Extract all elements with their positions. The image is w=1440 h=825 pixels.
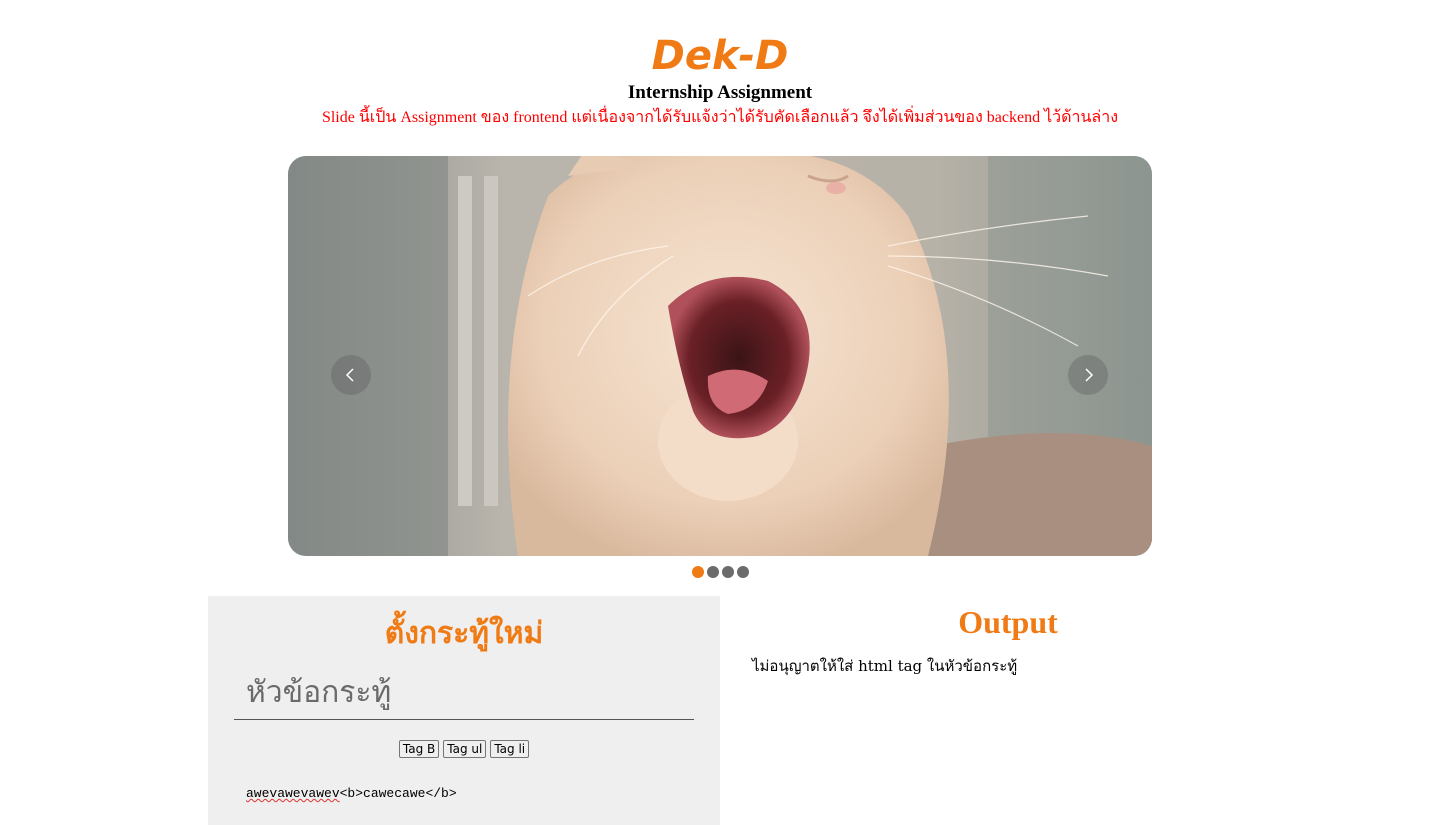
slider-dot-2[interactable] bbox=[707, 566, 719, 578]
new-topic-title: ตั้งกระทู้ใหม่ bbox=[384, 616, 544, 651]
output-warning-message: ไม่อนุญาตให้ใส่ html tag ในหัวข้อกระทู้ bbox=[752, 657, 1018, 675]
slider-dot-1[interactable] bbox=[692, 566, 704, 578]
topic-title-input[interactable] bbox=[234, 666, 694, 720]
editor-rest-text: <b>cawecawe</b> bbox=[339, 786, 457, 801]
tag-li-button[interactable]: Tag li bbox=[490, 740, 530, 758]
slide-image-cat bbox=[288, 156, 1152, 556]
tag-ul-button[interactable]: Tag ul bbox=[443, 740, 487, 758]
slider-dots bbox=[692, 566, 749, 578]
new-topic-panel: ตั้งกระทู้ใหม่ Tag B Tag ul Tag li aweva… bbox=[208, 596, 720, 825]
slider-prev-button[interactable] bbox=[331, 355, 371, 395]
slider-dot-3[interactable] bbox=[722, 566, 734, 578]
assignment-note: Slide นี้เป็น Assignment ของ frontend แต… bbox=[321, 109, 1119, 126]
image-slider[interactable] bbox=[288, 156, 1152, 556]
tag-button-row: Tag B Tag ul Tag li bbox=[208, 740, 720, 758]
tag-b-button[interactable]: Tag B bbox=[398, 740, 440, 758]
slider-next-button[interactable] bbox=[1068, 355, 1108, 395]
logo-text: Dek-D bbox=[652, 33, 789, 75]
page-subtitle: Internship Assignment bbox=[627, 82, 813, 103]
editor-misspelled-word: awevawevawev bbox=[246, 786, 340, 801]
chevron-left-icon bbox=[345, 368, 354, 382]
output-title: Output bbox=[958, 604, 1058, 640]
dek-d-logo[interactable]: Dek-D bbox=[644, 33, 796, 75]
topic-body-editor[interactable]: awevawevawev<b>cawecawe</b> bbox=[246, 786, 457, 801]
chevron-right-icon bbox=[1085, 368, 1094, 382]
slider-dot-4[interactable] bbox=[737, 566, 749, 578]
